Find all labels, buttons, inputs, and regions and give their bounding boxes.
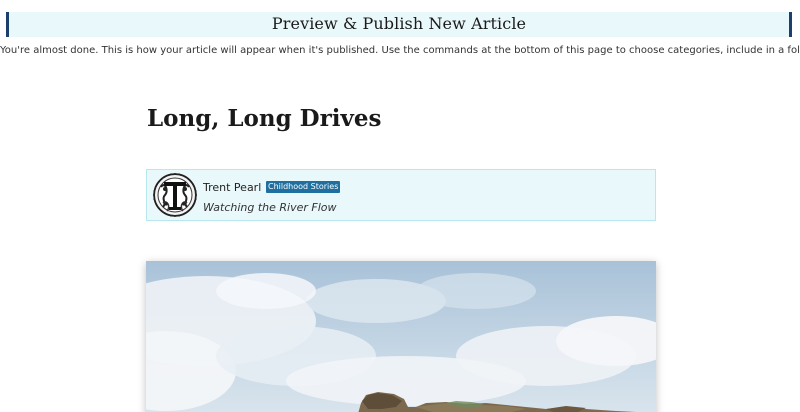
landscape-photo: [146, 261, 656, 412]
monogram-avatar-icon: [153, 173, 197, 217]
author-card: Trent Pearl Childhood Stories Watching t…: [146, 169, 656, 221]
author-name[interactable]: Trent Pearl: [203, 181, 261, 195]
preview-page: Preview & Publish New Article You're alm…: [0, 0, 800, 412]
intro-text: You're almost done. This is how your art…: [0, 45, 800, 56]
hero-image: [146, 261, 656, 412]
category-badge[interactable]: Childhood Stories: [266, 181, 341, 193]
page-title: Preview & Publish New Article: [271, 14, 527, 33]
author-avatar[interactable]: [153, 173, 197, 217]
article-title: Long, Long Drives: [147, 105, 382, 132]
author-tagline: Watching the River Flow: [203, 201, 337, 214]
page-header: Preview & Publish New Article: [6, 12, 792, 37]
